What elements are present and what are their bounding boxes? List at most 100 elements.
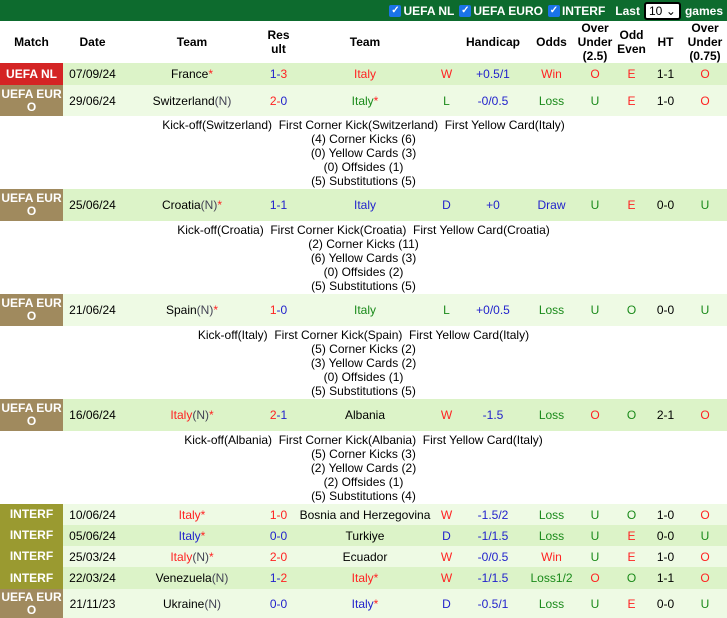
odd-even: E: [615, 525, 648, 546]
home-team-name[interactable]: Switzerland: [153, 94, 215, 108]
league-badge[interactable]: UEFA EURO: [0, 399, 63, 431]
over-under-075: O: [683, 85, 727, 116]
league-badge[interactable]: INTERF: [0, 546, 63, 567]
match-row[interactable]: UEFA EURO 29/06/24 Switzerland(N) 2-0 It…: [0, 85, 727, 116]
away-team-name[interactable]: Italy: [354, 303, 376, 317]
match-row[interactable]: UEFA EURO 16/06/24 Italy(N)* 2-1 Albania…: [0, 399, 727, 431]
away-team-name[interactable]: Italy: [352, 94, 374, 108]
match-row[interactable]: INTERF 05/06/24 Italy* 0-0 Turkiye D -1/…: [0, 525, 727, 546]
home-team-name[interactable]: Italy: [179, 529, 201, 543]
filter-label: UEFA NL: [403, 3, 455, 18]
score-home: 1: [269, 303, 277, 317]
checkbox-icon[interactable]: ✓: [389, 4, 402, 17]
filter-interf[interactable]: ✓ INTERF: [547, 4, 605, 18]
league-badge[interactable]: INTERF: [0, 525, 63, 546]
match-row[interactable]: INTERF 22/03/24 Venezuela(N) 1-2 Italy* …: [0, 567, 727, 589]
filter-uefa-nl[interactable]: ✓ UEFA NL: [389, 4, 454, 18]
detail-line: (5) Substitutions (5): [311, 174, 416, 188]
league-badge[interactable]: UEFA EURO: [0, 189, 63, 221]
home-team[interactable]: Croatia(N)*: [122, 189, 262, 221]
away-team[interactable]: Italy*: [295, 567, 435, 589]
home-team[interactable]: Italy(N)*: [122, 546, 262, 567]
away-team[interactable]: Bosnia and Herzegovina: [295, 504, 435, 525]
away-team-name[interactable]: Ecuador: [343, 550, 388, 564]
home-team-name[interactable]: Venezuela: [156, 571, 212, 585]
home-team[interactable]: France*: [122, 63, 262, 85]
over-under-075: O: [683, 399, 727, 431]
over-under-075: U: [683, 294, 727, 326]
match-row[interactable]: UEFA EURO 21/11/23 Ukraine(N) 0-0 Italy*…: [0, 589, 727, 618]
match-row[interactable]: UEFA EURO 21/06/24 Spain(N)* 1-0 Italy L…: [0, 294, 727, 326]
column-header: HT: [648, 21, 683, 63]
away-team-name[interactable]: Bosnia and Herzegovina: [300, 508, 431, 522]
away-team-name[interactable]: Italy: [352, 597, 374, 611]
neutral-marker: (N): [192, 549, 209, 564]
away-team[interactable]: Ecuador: [295, 546, 435, 567]
result: 2-0: [262, 546, 295, 567]
home-team-name[interactable]: Spain: [166, 303, 197, 317]
home-team-name[interactable]: Ukraine: [163, 597, 204, 611]
score-away: 0: [280, 528, 288, 543]
over-under-075: O: [683, 504, 727, 525]
games-count-select[interactable]: 10 ⌄: [643, 1, 681, 20]
home-team[interactable]: Switzerland(N): [122, 85, 262, 116]
detail-line: (5) Substitutions (4): [311, 489, 416, 503]
over-under: U: [575, 525, 615, 546]
away-team[interactable]: Italy: [295, 63, 435, 85]
league-badge[interactable]: UEFA EURO: [0, 589, 63, 618]
over-under-075: U: [683, 525, 727, 546]
match-date: 21/06/24: [63, 294, 122, 326]
handicap: -1/1.5: [458, 567, 528, 589]
home-team[interactable]: Italy*: [122, 525, 262, 546]
league-badge[interactable]: UEFA EURO: [0, 294, 63, 326]
detail-line: (3) Yellow Cards (2): [310, 356, 417, 370]
home-team[interactable]: Spain(N)*: [122, 294, 262, 326]
result: 0-0: [262, 589, 295, 618]
match-row[interactable]: UEFA EURO 25/06/24 Croatia(N)* 1-1 Italy…: [0, 189, 727, 221]
league-badge[interactable]: UEFA EURO: [0, 85, 63, 116]
match-row[interactable]: INTERF 10/06/24 Italy* 1-0 Bosnia and He…: [0, 504, 727, 525]
odds-result: Loss: [528, 85, 575, 116]
home-team[interactable]: Italy(N)*: [122, 399, 262, 431]
filter-uefa-euro[interactable]: ✓ UEFA EURO: [459, 4, 543, 18]
away-team[interactable]: Turkiye: [295, 525, 435, 546]
over-under: O: [575, 399, 615, 431]
away-team[interactable]: Italy: [295, 294, 435, 326]
result: 2-0: [262, 85, 295, 116]
favorite-marker: *: [200, 528, 206, 543]
handicap: -0.5/1: [458, 589, 528, 618]
home-team[interactable]: Italy*: [122, 504, 262, 525]
checkbox-icon[interactable]: ✓: [459, 4, 472, 17]
home-team-name[interactable]: Italy: [179, 508, 201, 522]
favorite-marker: *: [200, 507, 206, 522]
away-team[interactable]: Albania: [295, 399, 435, 431]
home-team-name[interactable]: Italy: [170, 550, 192, 564]
home-team-name[interactable]: Croatia: [162, 198, 201, 212]
away-team-name[interactable]: Italy: [352, 571, 374, 585]
home-team-name[interactable]: France: [171, 67, 208, 81]
match-row[interactable]: INTERF 25/03/24 Italy(N)* 2-0 Ecuador W …: [0, 546, 727, 567]
score-home: 0-: [269, 596, 281, 611]
half-time: 2-1: [648, 399, 683, 431]
over-under: U: [575, 189, 615, 221]
away-team-name[interactable]: Italy: [354, 198, 376, 212]
match-row[interactable]: UEFA NL 07/09/24 France* 1-3 Italy W +0.…: [0, 63, 727, 85]
home-team-name[interactable]: Italy: [170, 408, 192, 422]
away-team-name[interactable]: Turkiye: [346, 529, 385, 543]
away-team-name[interactable]: Albania: [345, 408, 385, 422]
win-loss: L: [435, 85, 458, 116]
away-team-name[interactable]: Italy: [354, 67, 376, 81]
league-badge[interactable]: UEFA NL: [0, 63, 63, 85]
league-badge[interactable]: INTERF: [0, 567, 63, 589]
home-team[interactable]: Ukraine(N): [122, 589, 262, 618]
checkbox-icon[interactable]: ✓: [547, 4, 560, 17]
score-home: 1-: [269, 507, 281, 522]
neutral-marker: (N): [196, 303, 214, 317]
over-under: U: [575, 504, 615, 525]
away-team[interactable]: Italy*: [295, 85, 435, 116]
league-badge[interactable]: INTERF: [0, 504, 63, 525]
detail-line: Kick-off(Switzerland) First Corner Kick(…: [162, 118, 565, 132]
away-team[interactable]: Italy: [295, 189, 435, 221]
away-team[interactable]: Italy*: [295, 589, 435, 618]
home-team[interactable]: Venezuela(N): [122, 567, 262, 589]
